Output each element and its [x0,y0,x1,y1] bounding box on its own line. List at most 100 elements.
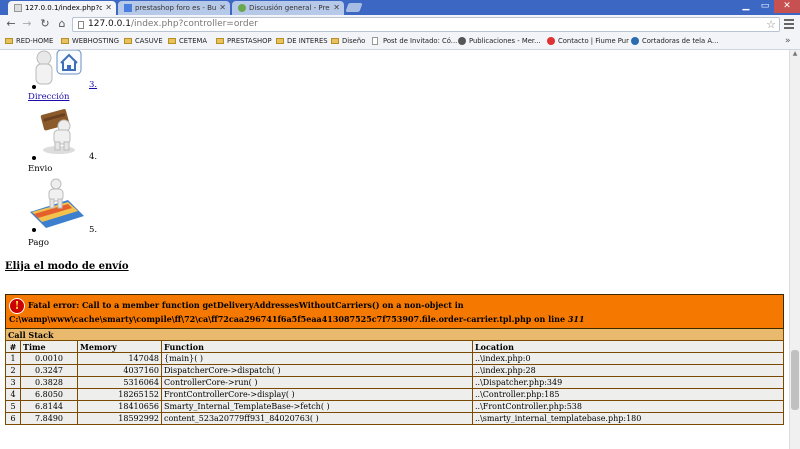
row-location: ..\index.php:0 [472,352,784,365]
bookmark-label: DE INTERES [287,37,328,45]
tab-label: prestashop foro es - Busc [135,4,216,12]
row-memory: 18592992 [77,412,162,425]
bookmark-star-icon[interactable]: ☆ [766,18,776,31]
home-icon[interactable]: ⌂ [55,17,69,31]
folder-icon [276,38,284,44]
list-bullet [32,85,36,89]
folder-icon [216,38,224,44]
bookmarks-bar: RED-HOME WEBHOSTING CASUVE CETEMA PRESTA… [0,34,800,50]
row-number: 3 [5,376,21,389]
row-function: Smarty_Internal_TemplateBase->fetch( ) [161,400,473,413]
list-bullet [32,156,36,160]
row-function: DispatcherCore->dispatch( ) [161,364,473,377]
folder-icon [124,38,132,44]
tab-prestashop-forum[interactable]: Discusión general - Presta ✕ [232,1,344,15]
step-direccion-link[interactable]: Dirección [28,92,69,102]
row-number: 5 [5,400,21,413]
step-pago-label: Pago [28,238,49,248]
fatal-error-row: ! Fatal error: Call to a member function … [5,294,784,329]
new-tab-button[interactable] [345,3,363,12]
prestashop-favicon-icon [238,4,246,12]
url-text: 127.0.0.1/index.php?controller=order [88,18,258,31]
bookmark-label: CASUVE [135,37,163,45]
tab-label: 127.0.0.1/index.php?contr [25,4,102,12]
bookmarks-overflow-button[interactable]: » [785,34,791,49]
close-tab-icon[interactable]: ✕ [219,1,226,15]
bookmark-label: Contacto | Fiume Pur [558,37,629,45]
folder-icon [331,38,339,44]
row-time: 0.0010 [20,352,78,365]
step-envio-image [34,106,84,156]
error-file-path: C:\wamp\www\cache\smarty\compile\ff\72\c… [9,314,566,324]
table-row: 2 0.3247 4037160 DispatcherCore->dispatc… [5,364,784,377]
url-path: /index.php?controller=order [130,19,258,29]
row-function: ControllerCore->run( ) [161,376,473,389]
step-pago-number: 5. [89,225,98,235]
forward-arrow-icon[interactable]: → [20,17,34,31]
scroll-up-arrow-icon[interactable]: ▲ [791,50,799,58]
table-row: 6 7.8490 18592992 content_523a20779ff931… [5,412,784,425]
tab-google-search[interactable]: prestashop foro es - Busc ✕ [118,1,230,15]
vertical-scrollbar[interactable]: ▲ [789,50,800,449]
step-direccion-image [28,50,84,88]
tab-label: Discusión general - Presta [249,4,330,12]
site-icon [458,37,466,45]
call-stack-title: Call Stack [5,328,784,341]
error-line-number: 311 [567,314,585,324]
folder-icon [168,38,176,44]
row-location: ..\smarty_internal_templatebase.php:180 [472,412,784,425]
row-memory: 4037160 [77,364,162,377]
minimize-window-icon[interactable]: ▁ [736,0,756,13]
step-pago-image [28,178,86,228]
close-window-icon[interactable]: ✕ [774,0,800,13]
back-arrow-icon[interactable]: ← [4,17,18,31]
table-row: 4 6.8050 18265152 FrontControllerCore->d… [5,388,784,401]
bookmark-label: RED-HOME [16,37,54,45]
browser-menu-icon[interactable] [784,19,794,29]
row-number: 6 [5,412,21,425]
close-tab-icon[interactable]: ✕ [333,1,340,15]
row-memory: 18265152 [77,388,162,401]
scrollbar-thumb[interactable] [791,350,799,410]
page-favicon-icon [14,4,22,12]
table-row: 5 6.8144 18410656 Smarty_Internal_Templa… [5,400,784,413]
browser-toolbar: ← → ↻ ⌂ 127.0.0.1/index.php?controller=o… [0,15,800,34]
reload-icon[interactable]: ↻ [38,17,52,31]
table-row: 1 0.0010 147048 {main}( ) ..\index.php:0 [5,352,784,365]
carrier-section-title: Elija el modo de envío [5,261,129,272]
step-direccion-number[interactable]: 3. [89,80,97,90]
url-host: 127.0.0.1 [88,19,131,29]
row-function: content_523a20779ff931_84020763( ) [161,412,473,425]
folder-icon [5,38,13,44]
column-header-function: Function [161,340,473,353]
column-header-number: # [5,340,21,353]
table-header-row: # Time Memory Function Location [5,340,784,353]
site-icon [631,37,639,45]
row-location: ..\FrontController.php:538 [472,400,784,413]
step-envio-label: Envio [28,164,53,174]
row-time: 0.3828 [20,376,78,389]
tab-order-page[interactable]: 127.0.0.1/index.php?contr ✕ [8,1,116,15]
google-favicon-icon [124,4,132,12]
bookmark-label: Diseño [342,37,366,45]
address-bar[interactable]: 127.0.0.1/index.php?controller=order ☆ [72,17,780,32]
folder-icon [61,38,69,44]
page-viewport: 3. Dirección 4. Envio 5. Pago Elija el m [0,50,789,449]
maximize-window-icon[interactable]: ▭ [756,0,774,13]
call-stack-header-row: Call Stack [5,328,784,341]
page-icon [372,37,378,45]
bookmark-label: WEBHOSTING [72,37,119,45]
row-location: ..\Dispatcher.php:349 [472,376,784,389]
row-memory: 147048 [77,352,162,365]
row-function: FrontControllerCore->display( ) [161,388,473,401]
bookmark-label: PRESTASHOP [227,37,272,45]
step-envio-number: 4. [89,152,98,162]
site-icon [547,37,555,45]
row-number: 4 [5,388,21,401]
row-time: 6.8050 [20,388,78,401]
fatal-error-message: ! Fatal error: Call to a member function … [5,294,784,329]
row-memory: 18410656 [77,400,162,413]
close-tab-icon[interactable]: ✕ [105,1,112,15]
page-info-icon [78,21,84,29]
bookmark-label: Cortadoras de tela A... [642,37,719,45]
